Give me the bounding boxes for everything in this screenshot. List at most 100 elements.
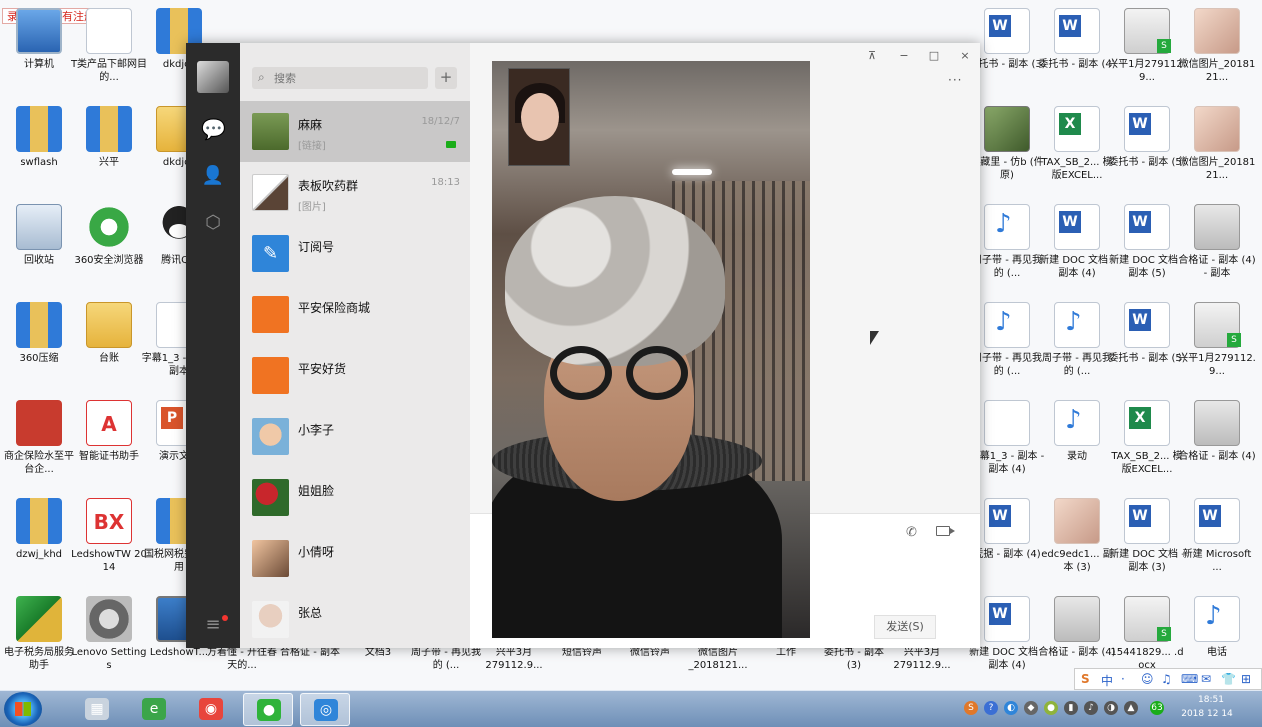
chrome-taskbar-button[interactable]: ◉: [186, 693, 236, 726]
wechat-sidebar: 💬 👤 ⬡ ≡: [186, 43, 240, 648]
desktop-icon[interactable]: Lenovo Settings: [70, 594, 148, 690]
desktop-icon[interactable]: S 兴平1月279112.9...: [1178, 300, 1256, 396]
cube-icon[interactable]: ⬡: [201, 211, 225, 235]
desktop-icon[interactable]: TAX_SB_2... 模版EXCEL...: [1108, 398, 1186, 494]
desktop-icon[interactable]: 委托书 - 副本 (4): [1038, 6, 1116, 102]
minimize-button[interactable]: −: [897, 49, 911, 63]
desktop-icon[interactable]: 商企保险水至平台企...: [0, 398, 78, 494]
volume-tray-icon[interactable]: ♪: [1084, 701, 1098, 715]
green-file-icon: [16, 596, 62, 642]
desktop-icon-label[interactable]: 委托书 - 副本 (3): [818, 646, 890, 672]
conversation-item[interactable]: 小李子: [240, 406, 470, 467]
voice-call-icon[interactable]: ✆: [906, 525, 917, 540]
start-button[interactable]: [4, 692, 42, 726]
desktop-icon[interactable]: 新建 DOC 文档 - 副本 (4): [1038, 202, 1116, 298]
conversation-item[interactable]: 麻麻 18/12/7 [链接]: [240, 101, 470, 162]
desktop-icon-label[interactable]: 周子带 - 再见我的 (...: [410, 646, 482, 672]
shield-tray-icon[interactable]: ◆: [1024, 701, 1038, 715]
desktop-icon[interactable]: 新建 DOC 文档 - 副本 (3): [1108, 496, 1186, 592]
desktop-icon[interactable]: 回收站: [0, 202, 78, 298]
speaker-tray-icon[interactable]: ◑: [1104, 701, 1118, 715]
add-chat-button[interactable]: +: [435, 67, 457, 89]
desktop-icon-label[interactable]: 兴平3月279112.9...: [886, 646, 958, 672]
contacts-icon[interactable]: 👤: [201, 164, 225, 188]
help-tray-icon[interactable]: ?: [984, 701, 998, 715]
action-center-tray-icon[interactable]: ▲: [1124, 701, 1138, 715]
desktop-icon[interactable]: dzwj_khd: [0, 496, 78, 592]
desktop-icon[interactable]: 合格证 - 副本 (4) - 副本: [1178, 202, 1256, 298]
maximize-button[interactable]: □: [927, 49, 941, 63]
desktop-icon-label: 合格证 - 副本 (4): [1038, 647, 1116, 658]
chat-icon[interactable]: 💬: [201, 117, 226, 141]
ime-button[interactable]: ♫: [1161, 672, 1172, 686]
desktop-icon[interactable]: 委托书 - 副本 (5): [1108, 104, 1186, 200]
self-preview[interactable]: [508, 68, 570, 166]
send-button[interactable]: 发送(S): [874, 615, 936, 639]
conversation-item[interactable]: 姐姐脸: [240, 467, 470, 528]
desktop-icon[interactable]: S 兴平1月279112.9...: [1108, 6, 1186, 102]
desktop-icon-label: 周子带 - 再见我的 (...: [1042, 353, 1112, 377]
desktop-icon[interactable]: 360压缩: [0, 300, 78, 396]
calculator-taskbar-button[interactable]: ▦: [72, 693, 122, 726]
desktop-icon[interactable]: 微信图片_2018121...: [1178, 104, 1256, 200]
desktop-icon[interactable]: 微信图片_2018121...: [1178, 6, 1256, 102]
conversation-item[interactable]: ✎ 订阅号: [240, 223, 470, 284]
sogou-tray-icon[interactable]: S: [964, 701, 978, 715]
desktop-icon[interactable]: 台账: [70, 300, 148, 396]
desktop-icon[interactable]: edc9edc1... 副本 (3): [1038, 496, 1116, 592]
desktop-icon[interactable]: 新建 DOC 文档 - 副本 (5): [1108, 202, 1186, 298]
word-file-icon: [984, 596, 1030, 642]
ime-button[interactable]: 中: [1101, 672, 1113, 689]
desktop-icon[interactable]: 录动: [1038, 398, 1116, 494]
conversation-item[interactable]: 平安好货: [240, 345, 470, 406]
desktop-icon[interactable]: A 智能证书助手: [70, 398, 148, 494]
clock-time[interactable]: 18:51: [1186, 695, 1236, 705]
desktop-icon[interactable]: 电子税务局服务助手: [0, 594, 78, 690]
video-call-window[interactable]: [492, 61, 810, 638]
desktop-icon[interactable]: 新建 Microsoft ...: [1178, 496, 1256, 592]
more-options-button[interactable]: ···: [948, 73, 962, 87]
ime-toolbar[interactable]: S 中 · ☺ ♫ ⌨ ✉ 👕 ⊞: [1074, 668, 1262, 690]
lenovo-file-icon: [86, 596, 132, 642]
desktop-icon[interactable]: swflash: [0, 104, 78, 200]
network-tray-icon[interactable]: ◐: [1004, 701, 1018, 715]
desktop-icon[interactable]: 计算机: [0, 6, 78, 102]
desktop-icon-label[interactable]: 方着懂 - 开往春天的...: [206, 646, 278, 672]
desktop-icon[interactable]: T类产品下邮网目的...: [70, 6, 148, 102]
ime-button[interactable]: ☺: [1141, 672, 1154, 686]
ime-button[interactable]: ⌨: [1181, 672, 1198, 686]
desktop-icon[interactable]: TAX_SB_2... 模版EXCEL...: [1038, 104, 1116, 200]
pin-button[interactable]: ⊼: [865, 49, 879, 63]
ime-button[interactable]: ·: [1121, 672, 1125, 686]
my-avatar[interactable]: [197, 61, 229, 93]
desktop-icon-label[interactable]: 兴平3月279112.9...: [478, 646, 550, 672]
desktop-icon[interactable]: 兴平: [70, 104, 148, 200]
desktop-icon[interactable]: BX LedshowTW 2014: [70, 496, 148, 592]
usb-tray-icon[interactable]: ●: [1044, 701, 1058, 715]
desktop-icon-label: dzwj_khd: [15, 549, 63, 560]
video-call-icon: ◎: [314, 699, 338, 721]
signal-tray-icon[interactable]: ▮: [1064, 701, 1078, 715]
ime-button[interactable]: ✉: [1201, 672, 1211, 686]
conversation-item[interactable]: 平安保险商城: [240, 284, 470, 345]
video-call-icon[interactable]: [936, 526, 955, 536]
wechat-taskbar-button[interactable]: ●: [243, 693, 293, 726]
ime-button[interactable]: ⊞: [1241, 672, 1251, 686]
conversation-item[interactable]: 表板吹药群 18:13 [图片]: [240, 162, 470, 223]
desktop-icon[interactable]: 360安全浏览器: [70, 202, 148, 298]
ime-button[interactable]: S: [1081, 672, 1090, 686]
desktop-icon[interactable]: 周子带 - 再见我的 (...: [1038, 300, 1116, 396]
desktop-icon[interactable]: 合格证 - 副本 (4): [1178, 398, 1256, 494]
desktop-icon-label[interactable]: 微信图片_2018121...: [682, 646, 754, 672]
clock-date[interactable]: 2018 12 14: [1172, 709, 1242, 719]
wechat-tray-icon[interactable]: 63: [1150, 701, 1164, 715]
video-call-taskbar-button[interactable]: ◎: [300, 693, 350, 726]
contact-avatar: [252, 601, 289, 638]
desktop-icon[interactable]: 委托书 - 副本 (5): [1108, 300, 1186, 396]
search-input[interactable]: [274, 67, 424, 89]
browser-360-taskbar-button[interactable]: e: [129, 693, 179, 726]
ime-button[interactable]: 👕: [1221, 672, 1236, 686]
close-button[interactable]: ×: [958, 49, 972, 63]
conversation-item[interactable]: 张总: [240, 589, 470, 648]
conversation-item[interactable]: 小倩呀: [240, 528, 470, 589]
